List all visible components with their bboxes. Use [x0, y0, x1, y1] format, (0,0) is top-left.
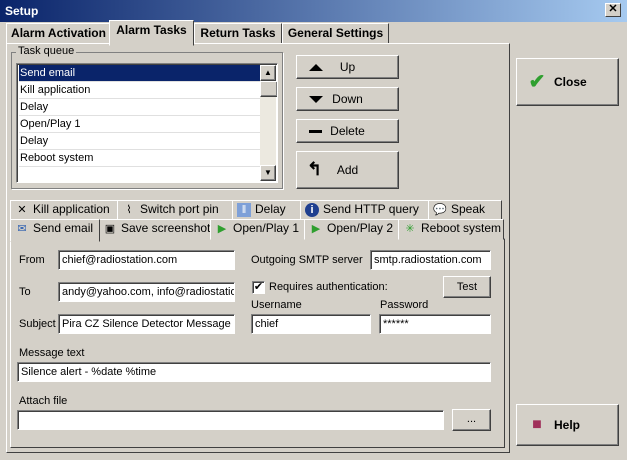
subtab-switch-port-pin[interactable]: ⌇ Switch port pin	[117, 200, 234, 221]
subtab-save-screenshot[interactable]: ▣ Save screenshot	[98, 219, 212, 240]
speech-bubble-icon: 💬	[433, 204, 447, 216]
subtab-label: Reboot system	[421, 221, 502, 235]
tab-alarm-tasks[interactable]: Alarm Tasks	[109, 20, 194, 46]
reboot-icon: ✳	[405, 223, 415, 235]
subtab-label: Speak	[451, 202, 486, 216]
title-bar: Setup	[0, 0, 627, 22]
delete-button[interactable]: Delete	[296, 119, 399, 143]
task-queue-list[interactable]: Send email Kill application Delay Open/P…	[16, 63, 278, 183]
subject-field[interactable]: Pira CZ Silence Detector Message	[58, 314, 235, 334]
task-queue-label: Task queue	[16, 45, 77, 57]
subtab-label: Save screenshot	[121, 221, 211, 235]
attach-file-label: Attach file	[19, 395, 68, 407]
subtab-label: Delay	[255, 202, 286, 216]
subtab-send-http-query[interactable]: i Send HTTP query	[300, 200, 430, 221]
password-field[interactable]: ******	[379, 314, 491, 334]
down-button[interactable]: Down	[296, 87, 399, 111]
from-label: From	[19, 254, 45, 266]
subtab-open-play-2[interactable]: ▶ Open/Play 2	[304, 219, 400, 240]
list-item[interactable]: Delay	[19, 99, 263, 116]
envelope-icon: ✉	[17, 223, 27, 235]
close-button-label: Close	[554, 75, 587, 89]
help-button[interactable]: ■ Help	[516, 404, 619, 446]
list-item[interactable]: Kill application	[19, 82, 263, 99]
subtab-label: Open/Play 1	[233, 221, 300, 235]
subtab-label: Kill application	[33, 202, 110, 216]
subtab-delay[interactable]: ‖ Delay	[232, 200, 302, 221]
tab-label: Alarm Tasks	[116, 23, 187, 37]
list-item[interactable]: Delay	[19, 133, 263, 150]
window-title: Setup	[5, 4, 39, 18]
tab-label: Alarm Activation	[11, 26, 106, 40]
tab-label: General Settings	[287, 26, 384, 40]
check-mark-icon: ✔	[253, 281, 264, 293]
down-button-label: Down	[332, 92, 363, 106]
test-button[interactable]: Test	[443, 276, 491, 298]
list-item[interactable]: Reboot system	[19, 150, 263, 167]
tab-general-settings[interactable]: General Settings	[282, 23, 389, 45]
up-arrow-icon	[309, 64, 323, 71]
password-label: Password	[380, 299, 429, 311]
close-button[interactable]: ✔ Close	[516, 58, 619, 106]
up-button-label: Up	[339, 60, 356, 74]
username-field[interactable]: chief	[251, 314, 371, 334]
smtp-field[interactable]: smtp.radiostation.com	[370, 250, 491, 270]
close-icon: ✕	[608, 3, 618, 15]
window-close-button[interactable]: ✕	[605, 3, 621, 17]
help-book-icon: ■	[532, 416, 542, 433]
auth-label: Requires authentication:	[269, 281, 388, 293]
up-button[interactable]: Up	[296, 55, 399, 79]
info-icon: i	[305, 203, 319, 217]
switch-icon: ⌇	[126, 204, 132, 216]
to-field[interactable]: andy@yahoo.com, info@radiostatio	[58, 282, 235, 302]
subtab-label: Switch port pin	[140, 202, 219, 216]
subject-label: Subject	[19, 318, 56, 330]
subtab-label: Send email	[33, 221, 94, 235]
floppy-icon: ▣	[104, 223, 116, 235]
subtab-open-play-1[interactable]: ▶ Open/Play 1	[210, 219, 306, 240]
to-label: To	[19, 286, 31, 298]
smtp-label: Outgoing SMTP server	[251, 254, 363, 266]
subtab-send-email[interactable]: ✉ Send email	[10, 219, 100, 242]
add-button[interactable]: ↰ Add	[296, 151, 399, 189]
list-scrollbar[interactable]: ▲ ▼	[260, 65, 277, 181]
attach-file-field[interactable]	[17, 410, 444, 430]
down-arrow-icon	[309, 96, 323, 103]
tab-alarm-activation[interactable]: Alarm Activation	[6, 23, 111, 45]
subtab-kill-application[interactable]: ✕ Kill application	[10, 200, 119, 221]
add-button-label: Add	[336, 163, 359, 177]
subtab-label: Open/Play 2	[327, 221, 394, 235]
auth-checkbox[interactable]: ✔	[252, 281, 265, 294]
scroll-down-button[interactable]: ▼	[260, 165, 276, 181]
message-text-field[interactable]: Silence alert - %date %time	[17, 362, 491, 382]
subtab-label: Send HTTP query	[323, 202, 419, 216]
browse-button[interactable]: ...	[452, 409, 491, 431]
play-icon: ▶	[217, 223, 227, 235]
help-button-label: Help	[554, 418, 581, 432]
scroll-thumb[interactable]	[260, 81, 277, 97]
close-x-icon: ✕	[17, 204, 27, 216]
scroll-up-button[interactable]: ▲	[260, 65, 276, 81]
subtab-speak[interactable]: 💬 Speak	[428, 200, 502, 221]
tab-label: Return Tasks	[200, 26, 276, 40]
delete-button-label: Delete	[330, 124, 365, 138]
play-icon: ▶	[311, 223, 321, 235]
tab-return-tasks[interactable]: Return Tasks	[194, 23, 282, 45]
list-item[interactable]: Send email	[19, 65, 263, 82]
subtab-reboot-system[interactable]: ✳ Reboot system	[398, 219, 504, 240]
check-icon: ✔	[528, 71, 546, 93]
pause-icon: ‖	[237, 203, 251, 217]
message-text-label: Message text	[19, 347, 85, 359]
list-item[interactable]: Open/Play 1	[19, 116, 263, 133]
username-label: Username	[251, 299, 302, 311]
minus-icon	[309, 130, 322, 133]
from-field[interactable]: chief@radiostation.com	[58, 250, 235, 270]
insert-arrow-icon: ↰	[307, 159, 323, 179]
